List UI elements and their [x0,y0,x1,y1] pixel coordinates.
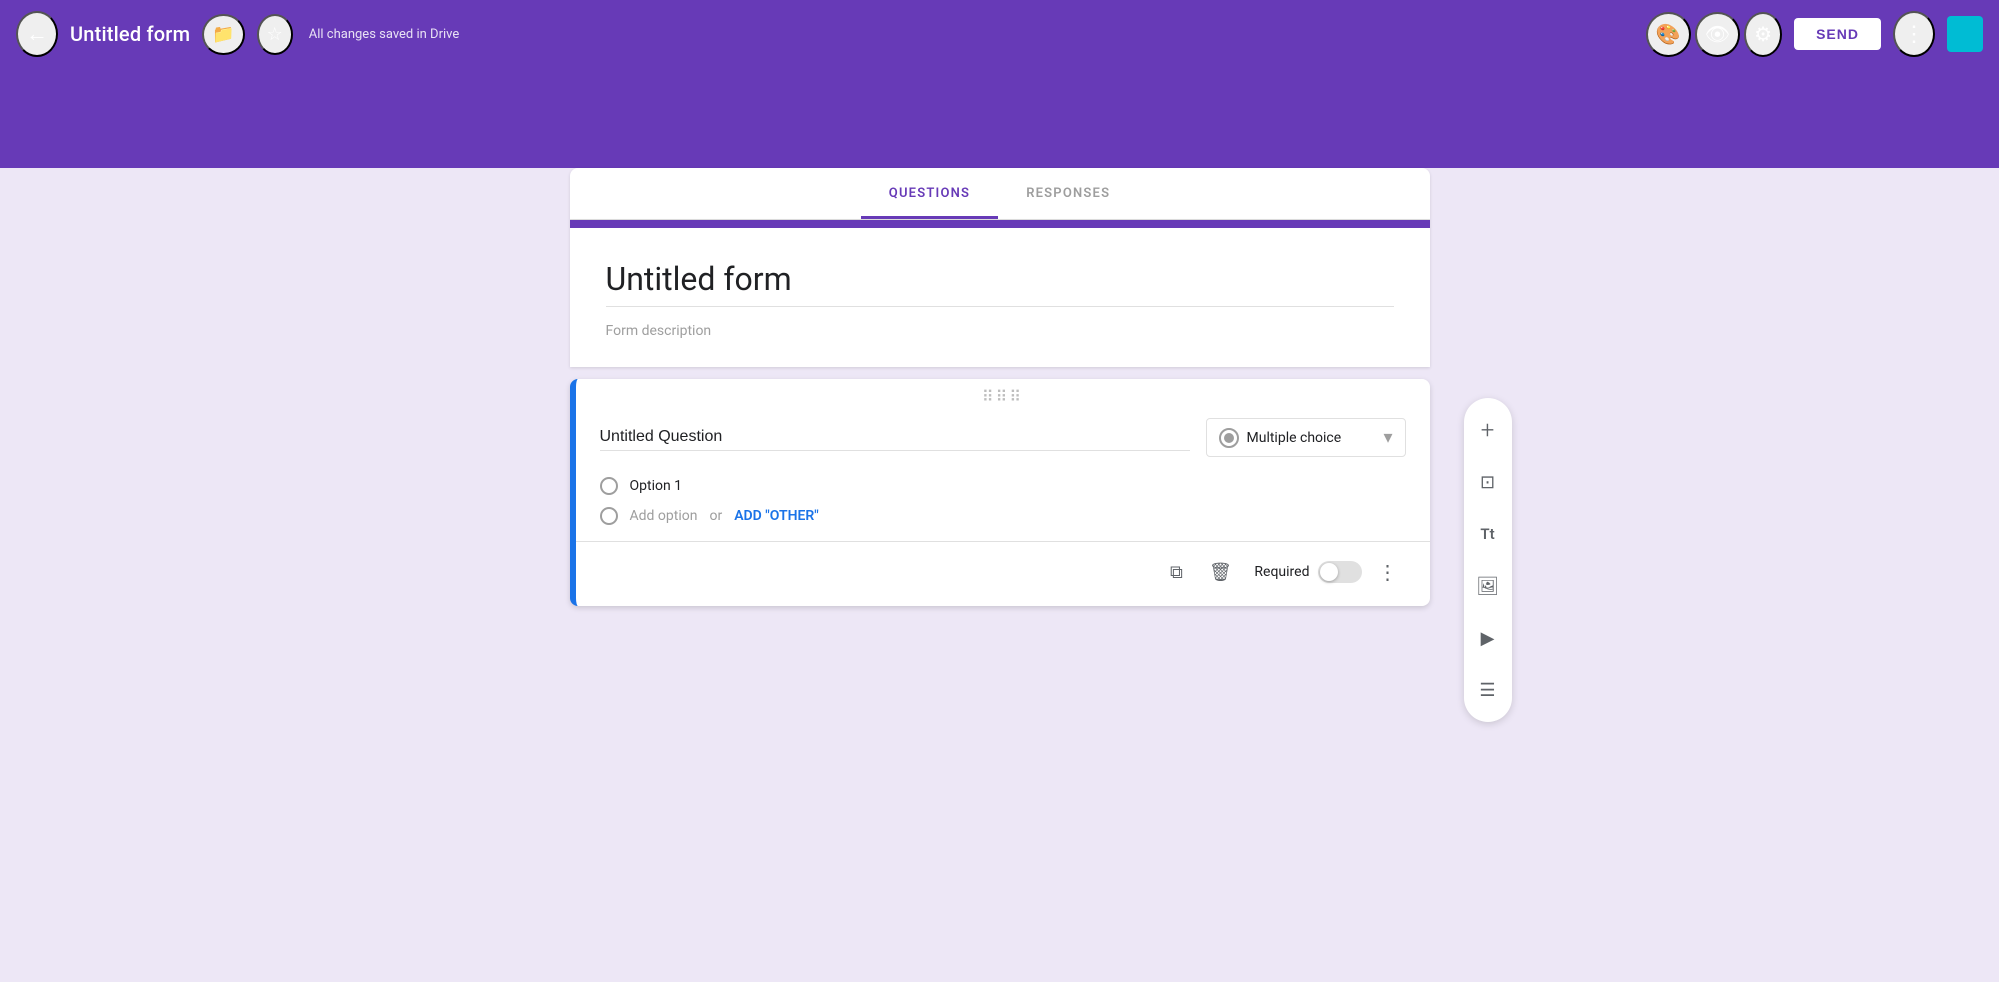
form-title-nav: Untitled form [70,22,190,46]
add-section-button[interactable]: ☰ [1464,666,1512,714]
question-body: Multiple choice ▾ Option 1 Add option or… [576,410,1430,525]
eye-icon: 👁 [1705,22,1730,47]
question-type-label: Multiple choice [1247,430,1376,446]
question-header: Multiple choice ▾ [600,418,1406,457]
delete-question-button[interactable]: 🗑 [1202,554,1238,590]
add-video-button[interactable]: ▶ [1464,614,1512,662]
palette-icon: 🎨 [1656,22,1681,47]
option-radio-1 [600,477,618,495]
top-nav: ← Untitled form 📁 ☆ All changes saved in… [0,0,1999,68]
star-icon: ☆ [267,24,283,45]
preview-button[interactable]: 👁 [1695,12,1740,57]
form-description-input[interactable]: Form description [606,323,1394,339]
radio-type-icon [1219,428,1239,448]
add-option-separator: or [709,508,722,524]
more-vert-icon: ⋮ [1903,21,1925,47]
chevron-down-icon: ▾ [1383,427,1392,448]
save-status: All changes saved in Drive [309,27,1634,42]
back-button[interactable]: ← [16,11,58,57]
option-1-label[interactable]: Option 1 [630,478,683,494]
question-type-selector[interactable]: Multiple choice ▾ [1206,418,1406,457]
header-area [0,68,1999,168]
add-title-button[interactable]: Tt [1464,510,1512,558]
nav-right: 🎨 👁 ⚙ SEND ⋮ [1646,11,1983,57]
image-icon: 🖼 [1476,576,1499,597]
import-questions-button[interactable]: ⊡ [1464,458,1512,506]
section-icon: ☰ [1479,680,1495,701]
delete-icon: 🗑 [1209,562,1232,583]
sidebar-toolbar: + ⊡ Tt 🖼 ▶ ☰ [1464,398,1512,722]
star-button[interactable]: ☆ [257,14,293,55]
more-menu-button[interactable]: ⋮ [1893,11,1935,57]
option-row-1: Option 1 [600,477,1406,495]
add-image-button[interactable]: 🖼 [1464,562,1512,610]
tab-questions[interactable]: QUESTIONS [861,168,998,219]
drag-icon: ⠿⠿⠿ [982,387,1023,406]
copy-icon: ⧉ [1170,562,1183,583]
question-footer: ⧉ 🗑 Required ⋮ [576,541,1430,606]
form-title-input[interactable]: Untitled form [606,260,1394,307]
question-more-button[interactable]: ⋮ [1370,556,1406,588]
required-toggle[interactable] [1318,561,1362,583]
back-icon: ← [26,21,48,47]
tabs-bar: QUESTIONS RESPONSES [570,168,1430,220]
main-content: QUESTIONS RESPONSES Untitled form Form d… [0,168,1999,982]
import-icon: ⊡ [1480,472,1495,493]
folder-button[interactable]: 📁 [202,14,244,55]
question-card: ⠿⠿⠿ Multiple choice ▾ Option 1 [570,379,1430,606]
required-label: Required [1254,564,1309,580]
add-option-text[interactable]: Add option [630,508,698,524]
form-title-card: Untitled form Form description [570,220,1430,367]
form-container: QUESTIONS RESPONSES Untitled form Form d… [570,168,1430,942]
settings-icon: ⚙ [1754,22,1772,47]
add-question-icon: + [1481,416,1495,444]
add-option-row: Add option or ADD "OTHER" [600,507,1406,525]
copy-question-button[interactable]: ⧉ [1158,554,1194,590]
add-option-radio [600,507,618,525]
folder-icon: 📁 [212,24,234,45]
settings-button[interactable]: ⚙ [1744,12,1782,57]
tab-responses[interactable]: RESPONSES [998,168,1138,219]
video-icon: ▶ [1481,628,1495,649]
user-avatar [1947,16,1983,52]
question-title-input[interactable] [600,424,1190,451]
palette-button[interactable]: 🎨 [1646,12,1691,57]
send-button[interactable]: SEND [1794,18,1881,50]
title-icon: Tt [1480,525,1494,543]
add-other-link[interactable]: ADD "OTHER" [734,508,819,524]
add-question-button[interactable]: + [1464,406,1512,454]
drag-handle[interactable]: ⠿⠿⠿ [576,379,1430,410]
